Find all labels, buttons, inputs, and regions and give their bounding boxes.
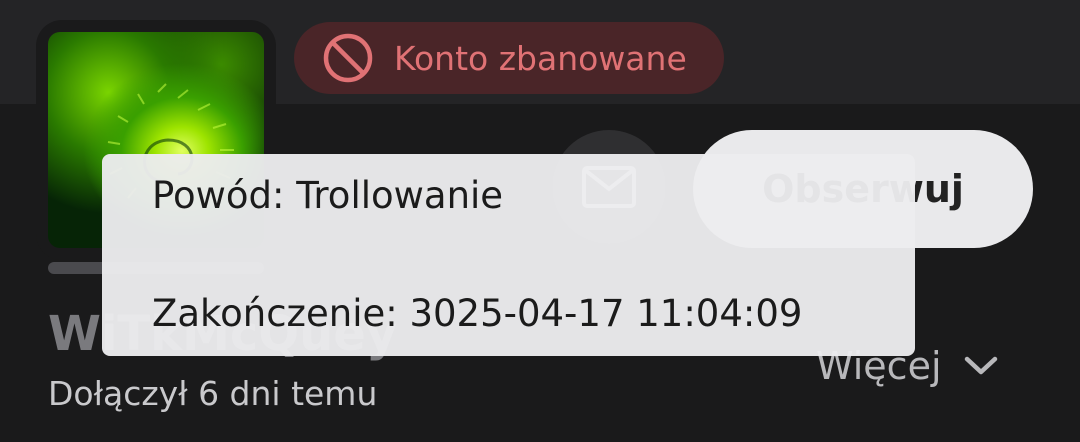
chevron-down-icon bbox=[964, 356, 997, 375]
ban-status-badge: Konto zbanowane bbox=[294, 22, 724, 94]
ban-status-label: Konto zbanowane bbox=[394, 38, 687, 78]
ban-end-date: Zakończenie: 3025-04-17 11:04:09 bbox=[152, 292, 803, 335]
ban-reason: Powód: Trollowanie bbox=[152, 174, 504, 217]
joined-date: Dołączył 6 dni temu bbox=[48, 374, 378, 413]
ban-details-tooltip: Powód: Trollowanie Zakończenie: 3025-04-… bbox=[102, 154, 915, 356]
ban-icon bbox=[323, 33, 373, 83]
